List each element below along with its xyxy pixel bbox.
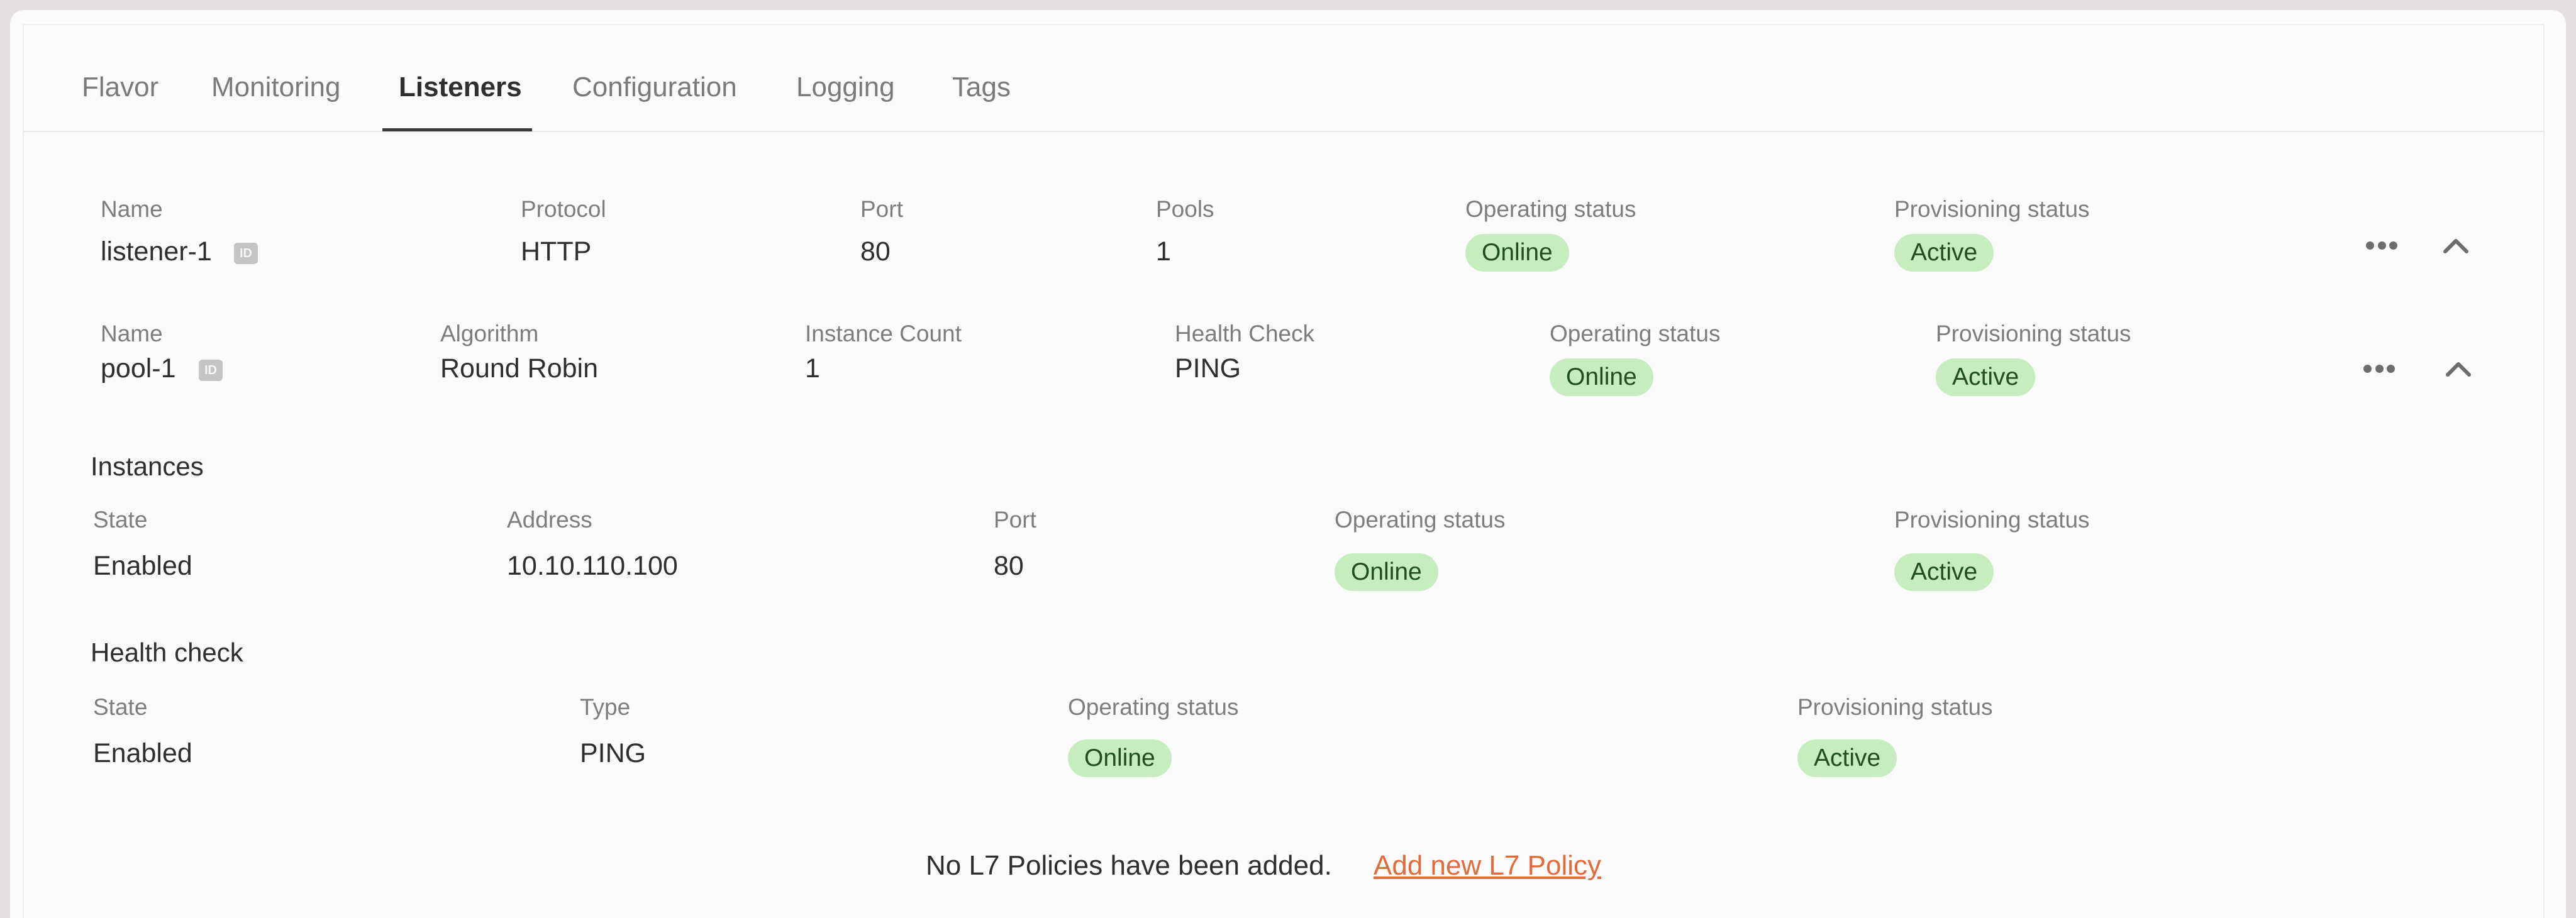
health-check-type-label: Type	[580, 694, 631, 720]
more-horizontal-icon[interactable]	[2358, 356, 2400, 381]
status-badge: Active	[1894, 234, 1994, 272]
status-badge: Active	[1797, 739, 1897, 777]
pool-instance-count-label: Instance Count	[805, 321, 962, 346]
tab-flavor[interactable]: Flavor	[82, 72, 158, 103]
status-badge: Online	[1335, 553, 1438, 591]
active-tab-indicator	[382, 128, 532, 131]
pool-algorithm: Round Robin	[440, 353, 599, 384]
status-badge: Online	[1465, 234, 1569, 272]
listener-name[interactable]: listener-1	[101, 236, 212, 267]
section-title: Instances	[91, 451, 204, 481]
tab-tags[interactable]: Tags	[952, 72, 1011, 103]
status-badge: Active	[1936, 358, 2036, 396]
listener-port: 80	[860, 236, 891, 267]
health-check-state: Enabled	[93, 738, 192, 768]
tab-monitoring[interactable]: Monitoring	[211, 72, 340, 103]
chevron-up-icon[interactable]	[2440, 233, 2472, 258]
add-l7-policy-link[interactable]: Add new L7 Policy	[1374, 850, 1601, 882]
pool-instance-count: 1	[805, 353, 820, 384]
listener-provisioning-label: Provisioning status	[1894, 196, 2090, 222]
instance-address: 10.10.110.100	[507, 551, 678, 581]
listener-operating-label: Operating status	[1465, 196, 1636, 222]
chevron-up-icon[interactable]	[2443, 356, 2474, 381]
status-badge: Active	[1894, 553, 1994, 591]
listener-protocol-label: Protocol	[521, 196, 606, 222]
listener-name-label: Name	[101, 196, 163, 222]
more-horizontal-icon[interactable]	[2361, 233, 2402, 258]
tab-listeners[interactable]: Listeners	[399, 72, 522, 103]
l7-empty-message: No L7 Policies have been added.	[926, 850, 1332, 881]
listener-port-label: Port	[860, 196, 903, 222]
instance-state-label: State	[93, 507, 148, 533]
window-frame: Flavor Monitoring Listeners Configuratio…	[10, 10, 2566, 918]
health-check-provisioning-label: Provisioning status	[1797, 694, 1993, 720]
instance-address-label: Address	[507, 507, 592, 533]
tab-logging[interactable]: Logging	[796, 72, 895, 103]
tab-configuration[interactable]: Configuration	[572, 72, 737, 103]
instance-state: Enabled	[93, 551, 192, 581]
pool-name-label: Name	[101, 321, 163, 346]
health-check-type: PING	[580, 738, 647, 768]
load-balancer-details-panel: Flavor Monitoring Listeners Configuratio…	[23, 24, 2545, 918]
status-badge: Online	[1550, 358, 1653, 396]
instance-operating-label: Operating status	[1335, 507, 1506, 533]
section-title: Health check	[91, 638, 243, 667]
tab-bar: Flavor Monitoring Listeners Configuratio…	[24, 25, 2543, 132]
status-badge: Online	[1068, 739, 1172, 777]
instance-port: 80	[994, 551, 1024, 581]
pool-algorithm-label: Algorithm	[440, 321, 539, 346]
listener-protocol: HTTP	[521, 236, 592, 267]
pool-health-check: PING	[1175, 353, 1241, 384]
id-icon[interactable]: ID	[234, 243, 258, 264]
id-icon[interactable]: ID	[199, 360, 223, 381]
instance-port-label: Port	[994, 507, 1036, 533]
pool-name[interactable]: pool-1	[101, 353, 176, 384]
health-check-operating-label: Operating status	[1068, 694, 1239, 720]
listener-pools-label: Pools	[1156, 196, 1214, 222]
health-check-state-label: State	[93, 694, 148, 720]
pool-operating-label: Operating status	[1550, 321, 1721, 346]
instance-provisioning-label: Provisioning status	[1894, 507, 2090, 533]
listener-pools: 1	[1156, 236, 1171, 267]
pool-provisioning-label: Provisioning status	[1936, 321, 2131, 346]
pool-health-check-label: Health Check	[1175, 321, 1315, 346]
